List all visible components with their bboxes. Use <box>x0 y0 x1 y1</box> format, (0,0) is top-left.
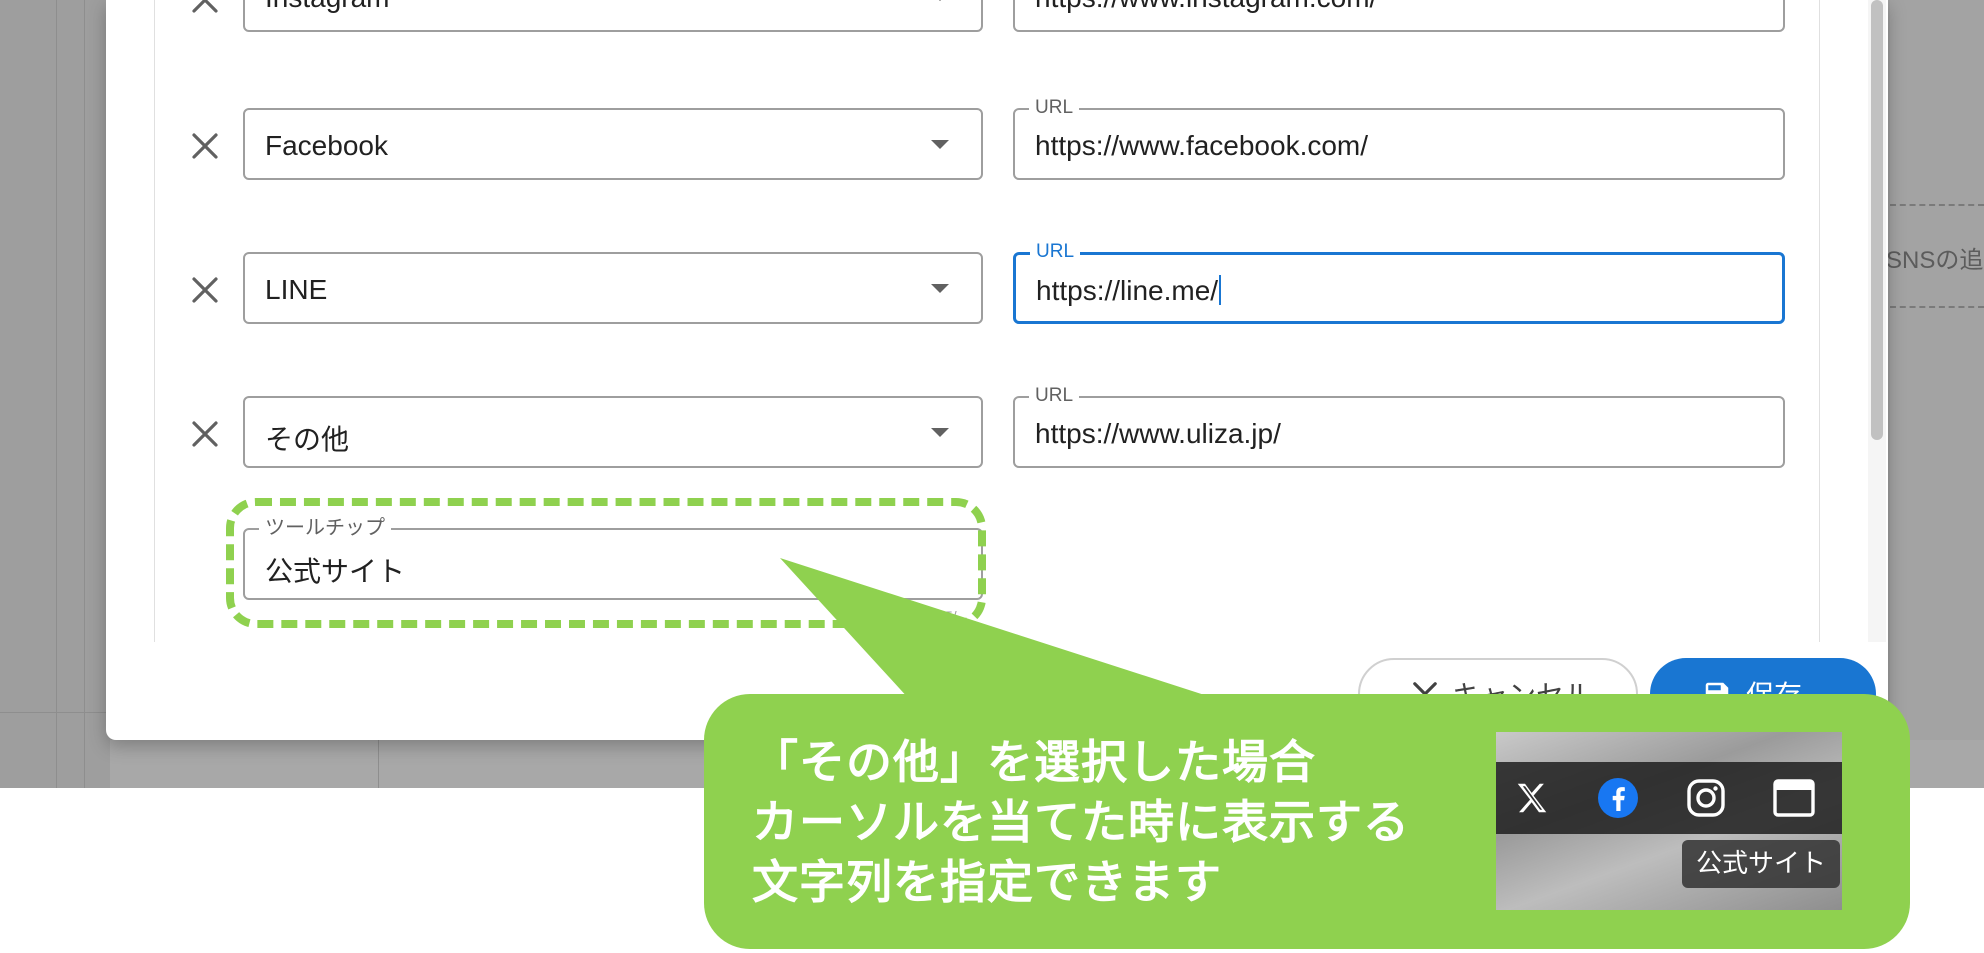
facebook-icon <box>1596 776 1640 820</box>
sns-icon-bar <box>1496 762 1842 834</box>
chevron-down-icon <box>931 140 949 149</box>
chevron-down-icon <box>931 0 949 1</box>
platform-select-value: Instagram <box>265 0 390 14</box>
url-input-label: URL <box>1029 97 1080 119</box>
close-icon <box>192 0 218 13</box>
annotation-callout: 「その他」を選択した場合 カーソルを当てた時に表示する 文字列を指定できます 公… <box>704 694 1910 949</box>
close-icon <box>192 421 218 447</box>
sns-settings-dialog: Instagram https://www.instagram.com/ Fac… <box>106 0 1888 740</box>
background-panel <box>1890 0 1984 788</box>
platform-select-value: その他 <box>265 424 350 455</box>
text-cursor <box>1219 275 1222 305</box>
url-input-label: URL <box>1029 385 1080 407</box>
url-input-value: https://line.me/ <box>1036 275 1222 307</box>
character-counter: 5/... <box>945 608 969 624</box>
url-input[interactable]: https://www.instagram.com/ <box>1013 0 1785 32</box>
close-icon <box>192 133 218 159</box>
close-icon <box>192 277 218 303</box>
chevron-down-icon <box>931 428 949 437</box>
platform-select[interactable]: Instagram <box>243 0 983 32</box>
tooltip-preview-image: 公式サイト <box>1496 732 1842 910</box>
platform-select[interactable]: LINE <box>243 252 983 324</box>
remove-row-button[interactable] <box>185 0 225 20</box>
platform-select-value: Facebook <box>265 130 388 161</box>
url-input[interactable]: URL https://www.facebook.com/ <box>1013 97 1785 180</box>
tooltip-input-label: ツールチップ <box>259 517 391 539</box>
url-input-value: https://www.uliza.jp/ <box>1035 418 1281 449</box>
sns-row-line: LINE URL https://line.me/ <box>155 241 1819 328</box>
sns-row-instagram: Instagram https://www.instagram.com/ <box>155 0 1819 36</box>
platform-select[interactable]: その他 <box>243 396 983 468</box>
background-dashed-line <box>1890 306 1984 308</box>
platform-select[interactable]: Facebook <box>243 108 983 180</box>
url-input-label: URL <box>1030 241 1081 263</box>
instagram-icon <box>1684 776 1728 820</box>
dialog-content: Instagram https://www.instagram.com/ Fac… <box>154 0 1820 642</box>
tooltip-input[interactable]: ツールチップ 公式サイト <box>243 517 983 600</box>
background-dashed-line <box>1890 204 1984 206</box>
sns-row-facebook: Facebook URL https://www.facebook.com/ <box>155 97 1819 184</box>
platform-select-value: LINE <box>265 274 328 305</box>
url-input-value: https://www.instagram.com/ <box>1035 0 1377 14</box>
remove-row-button[interactable] <box>185 414 225 454</box>
sns-row-other: その他 URL https://www.uliza.jp/ <box>155 385 1819 472</box>
url-input[interactable]: URL https://www.uliza.jp/ <box>1013 385 1785 468</box>
chevron-down-icon <box>931 284 949 293</box>
remove-row-button[interactable] <box>185 126 225 166</box>
scrollbar-thumb[interactable] <box>1871 0 1883 440</box>
callout-text: 「その他」を選択した場合 カーソルを当てた時に表示する 文字列を指定できます <box>752 735 1410 909</box>
background-add-sns-label: SNSの追 <box>1886 247 1984 274</box>
browser-window-icon <box>1772 776 1816 820</box>
x-icon <box>1510 776 1554 820</box>
remove-row-button[interactable] <box>185 270 225 310</box>
url-input-text: https://line.me/ <box>1036 275 1219 306</box>
tooltip-input-value: 公式サイト <box>265 556 406 587</box>
preview-tooltip: 公式サイト <box>1681 840 1840 888</box>
url-input-value: https://www.facebook.com/ <box>1035 130 1369 161</box>
url-input[interactable]: URL https://line.me/ <box>1013 241 1785 324</box>
